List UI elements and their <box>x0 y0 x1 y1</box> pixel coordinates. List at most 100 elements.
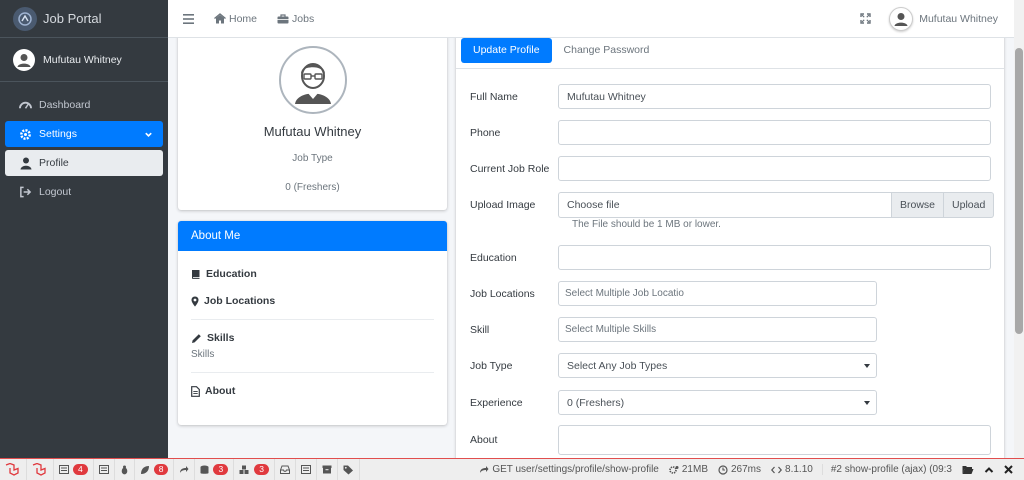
debug-request-info: GET user/settings/profile/show-profile <box>474 464 664 475</box>
brand-link[interactable]: Job Portal <box>0 0 168 38</box>
debug-mails-tab[interactable] <box>275 458 296 480</box>
brand-name: Job Portal <box>43 11 102 26</box>
file-text-icon <box>191 385 200 397</box>
job-locations-label: Job Locations <box>470 287 535 300</box>
upload-image-label: Upload Image <box>470 199 536 211</box>
tags-icon <box>343 465 354 475</box>
experience-select[interactable]: 0 (Freshers) <box>558 390 877 415</box>
tab-change-password[interactable]: Change Password <box>552 38 662 63</box>
list-icon <box>300 465 311 474</box>
sidebar-item-settings[interactable]: Settings <box>5 121 163 147</box>
folder-open-icon[interactable] <box>957 465 979 475</box>
debug-exceptions-tab[interactable] <box>115 458 135 480</box>
current-job-role-row: Current Job Role <box>470 156 991 181</box>
list-icon <box>59 465 69 474</box>
laravel-logo-icon[interactable] <box>0 458 27 480</box>
page-scrollbar[interactable] <box>1014 0 1024 458</box>
about-textarea[interactable] <box>558 425 991 455</box>
chevron-up-icon[interactable] <box>979 466 999 474</box>
divider <box>191 319 434 320</box>
nav-jobs-link[interactable]: Jobs <box>277 13 314 25</box>
debug-gate-tab[interactable] <box>296 458 317 480</box>
phone-input[interactable] <box>558 120 991 145</box>
nav-home-link[interactable]: Home <box>214 13 257 25</box>
content-wrapper: Mufutau Whitney Job Type 0 (Freshers) Ab… <box>168 38 1014 458</box>
job-type-select[interactable]: Select Any Job Types <box>558 353 877 378</box>
hamburger-menu-icon[interactable] <box>183 13 194 24</box>
debug-badge: 3 <box>254 464 269 475</box>
profile-avatar-icon <box>278 46 347 114</box>
debug-badge: 8 <box>153 464 169 475</box>
topbar-right: Mufutau Whitney <box>860 6 1014 31</box>
share-icon <box>479 465 489 474</box>
about-me-body: Education Job Locations Skills Skills Ab… <box>178 268 447 397</box>
current-job-role-input[interactable] <box>558 156 991 181</box>
debug-queries-tab[interactable]: 3 <box>195 458 235 480</box>
briefcase-icon <box>277 13 289 24</box>
phone-label: Phone <box>470 126 501 139</box>
current-job-role-label: Current Job Role <box>470 162 550 175</box>
profile-card: Mufutau Whitney Job Type 0 (Freshers) <box>178 38 447 210</box>
bug-icon <box>120 465 129 475</box>
phone-row: Phone <box>470 120 991 145</box>
job-locations-row: Job Locations Select Multiple Job Locati… <box>470 281 877 306</box>
sidebar-item-dashboard[interactable]: Dashboard <box>5 92 163 118</box>
debug-views-tab[interactable]: 8 <box>135 458 175 480</box>
experience-row: Experience 0 (Freshers) <box>470 390 877 415</box>
education-label: Education <box>470 251 517 264</box>
fullscreen-icon[interactable] <box>860 13 871 24</box>
about-about: About <box>191 385 434 397</box>
share-icon <box>179 465 189 474</box>
debug-php-version: 8.1.10 <box>766 464 818 475</box>
debug-memory: 21MB <box>664 464 713 475</box>
job-type-label: Job Type <box>470 359 513 372</box>
scrollbar-thumb[interactable] <box>1015 48 1023 334</box>
profile-experience: 0 (Freshers) <box>285 182 340 193</box>
topbar-user-name: Mufutau Whitney <box>919 12 998 25</box>
debug-badge: 3 <box>213 464 229 475</box>
full-name-label: Full Name <box>470 90 518 103</box>
sidebar-item-label: Dashboard <box>39 99 91 111</box>
inbox-icon <box>279 465 290 474</box>
caret-down-icon <box>864 363 870 368</box>
about-me-title: About Me <box>178 221 447 251</box>
profile-tabs: Update Profile Change Password <box>456 38 1004 69</box>
experience-label: Experience <box>470 396 523 409</box>
laravel-logo-icon[interactable] <box>27 458 54 480</box>
about-job-locations: Job Locations <box>191 295 434 307</box>
close-icon[interactable] <box>999 465 1018 474</box>
user-avatar-icon <box>889 6 914 31</box>
skill-select[interactable]: Select Multiple Skills <box>558 317 877 342</box>
debug-models-tab[interactable]: 3 <box>234 458 275 480</box>
debug-messages-tab[interactable]: 4 <box>54 458 94 480</box>
sidebar-user-panel[interactable]: Mufutau Whitney <box>0 38 168 82</box>
debug-timeline-tab[interactable] <box>94 458 115 480</box>
full-name-input[interactable]: Mufutau Whitney <box>558 84 991 109</box>
sidebar-item-label: Logout <box>39 186 72 198</box>
sidebar-item-logout[interactable]: Logout <box>5 179 163 205</box>
debug-route-tab[interactable] <box>174 458 196 480</box>
education-input[interactable] <box>558 245 991 270</box>
sidebar-item-profile[interactable]: Profile <box>5 150 163 176</box>
browse-button[interactable]: Browse <box>891 192 945 218</box>
code-icon <box>771 466 783 474</box>
about-label: About <box>470 434 498 446</box>
nav-home-label: Home <box>229 12 258 25</box>
pencil-icon <box>191 333 202 344</box>
debug-ajax-request-select[interactable]: #2 show-profile (ajax) (09:3 <box>821 464 957 475</box>
profile-form-card: Update Profile Change Password Full Name… <box>456 38 1004 458</box>
home-icon <box>214 13 226 24</box>
cubes-icon <box>239 465 250 475</box>
sidebar: Job Portal Mufutau Whitney Dashboard Set… <box>0 0 168 458</box>
debug-request-tab[interactable] <box>338 458 360 480</box>
education-row: Education <box>470 245 991 270</box>
debug-session-tab[interactable] <box>317 458 338 480</box>
topbar-user-menu[interactable]: Mufutau Whitney <box>889 6 998 31</box>
tab-update-profile[interactable]: Update Profile <box>461 38 552 63</box>
debugbar: 4 8 3 3 GET user/settings/profile/show-p… <box>0 458 1024 480</box>
nav-jobs-label: Jobs <box>292 12 315 25</box>
upload-button[interactable]: Upload <box>944 192 995 218</box>
sidebar-item-label: Profile <box>39 157 69 169</box>
file-input[interactable]: Choose file <box>558 192 891 218</box>
job-locations-select[interactable]: Select Multiple Job Locatio <box>558 281 877 306</box>
